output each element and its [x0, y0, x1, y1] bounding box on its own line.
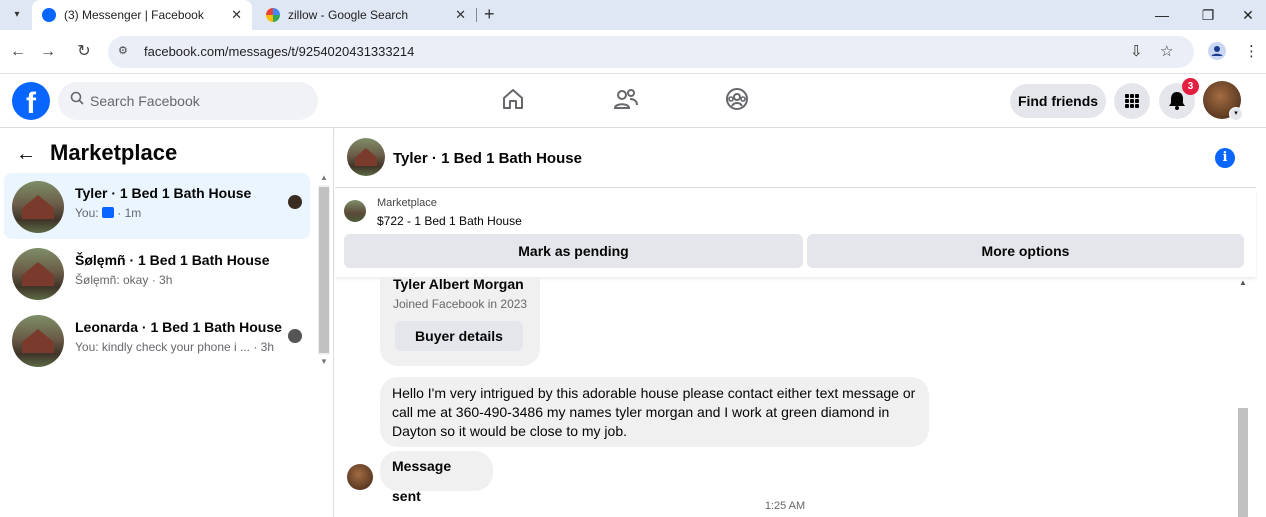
seen-avatar — [288, 329, 302, 343]
tab-title: (3) Messenger | Facebook — [64, 8, 204, 22]
close-tab-icon[interactable]: ✕ — [231, 0, 242, 30]
mark-as-pending-button[interactable]: Mark as pending — [344, 234, 803, 268]
message-thread: Tyler Albert Morgan Joined Facebook in 2… — [335, 278, 1256, 517]
message-bubble: Hello I'm very intrigued by this adorabl… — [380, 377, 929, 447]
sender-avatar[interactable] — [347, 464, 373, 490]
scroll-up-icon[interactable]: ▲ — [318, 173, 330, 182]
tab-google-search[interactable]: zillow - Google Search ✕ — [256, 0, 476, 30]
install-app-icon[interactable]: ⇩ — [1130, 42, 1143, 62]
search-input[interactable] — [90, 82, 310, 120]
buyer-joined: Joined Facebook in 2023 — [393, 297, 528, 311]
preview-prefix: You: — [75, 206, 102, 220]
listing-label: Marketplace — [377, 197, 437, 209]
reload-icon[interactable]: ↻ — [74, 42, 94, 62]
conversations-scrollbar[interactable]: ▲ ▼ — [318, 173, 330, 368]
minimize-icon[interactable]: — — [1142, 0, 1182, 30]
message-bubble: Message sent — [380, 451, 493, 504]
buyer-details-button[interactable]: Buyer details — [395, 321, 523, 351]
new-tab-button[interactable]: + — [484, 0, 495, 28]
forward-icon[interactable]: → — [38, 42, 58, 62]
chat-panel: Tyler · 1 Bed 1 Bath House i Marketplace… — [335, 128, 1266, 517]
scroll-thumb[interactable] — [319, 187, 329, 353]
google-icon — [266, 8, 280, 22]
tab-divider — [476, 8, 477, 22]
restore-window-icon[interactable]: ❐ — [1188, 0, 1228, 30]
conversation-item-leonarda[interactable]: Leonarda · 1 Bed 1 Bath House You: kindl… — [4, 307, 310, 373]
chat-avatar[interactable] — [347, 138, 385, 176]
house-thumbnail — [12, 248, 64, 300]
tab-messenger[interactable]: (3) Messenger | Facebook ✕ — [32, 0, 252, 30]
seen-avatar — [288, 195, 302, 209]
chat-scrollbar[interactable]: ▲ — [1236, 278, 1250, 517]
conversation-name: Tyler · 1 Bed 1 Bath House — [75, 185, 252, 201]
house-thumbnail — [12, 181, 64, 233]
groups-icon[interactable] — [724, 86, 754, 116]
tab-title: zillow - Google Search — [288, 8, 409, 22]
conversation-name: Leonarda · 1 Bed 1 Bath House — [75, 319, 282, 335]
scroll-down-icon[interactable]: ▼ — [318, 357, 330, 366]
chat-header: Tyler · 1 Bed 1 Bath House i — [335, 128, 1256, 188]
find-friends-button[interactable]: Find friends — [1010, 84, 1106, 118]
listing-banner: Marketplace $722 - 1 Bed 1 Bath House Ma… — [335, 189, 1256, 277]
browser-toolbar: ← → ↻ ⚙ facebook.com/messages/t/92540204… — [0, 30, 1266, 74]
conversation-item-solemn[interactable]: Šølęmñ · 1 Bed 1 Bath House Šølęmñ: okay… — [4, 240, 310, 306]
search-box[interactable] — [58, 82, 318, 120]
site-settings-icon[interactable]: ⚙ — [118, 44, 128, 57]
listing-thumbnail[interactable] — [344, 200, 366, 222]
bookmark-star-icon[interactable]: ☆ — [1160, 42, 1173, 62]
page-title: Marketplace — [50, 140, 178, 165]
scroll-thumb[interactable] — [1238, 408, 1248, 517]
facebook-header: f Find friends ▾ — [0, 74, 1266, 128]
house-thumbnail — [12, 315, 64, 367]
message-timestamp: 1:25 AM — [764, 500, 806, 512]
facebook-logo-icon[interactable]: f — [12, 82, 50, 120]
conversation-preview: You: kindly check your phone i ... · 3h — [75, 340, 275, 354]
scroll-up-icon[interactable]: ▲ — [1236, 278, 1250, 287]
conversation-item-tyler[interactable]: Tyler · 1 Bed 1 Bath House You: · 1m — [4, 173, 310, 239]
back-icon[interactable]: ← — [8, 42, 28, 62]
friends-icon[interactable] — [612, 86, 642, 116]
marketplace-conversations-panel: ← Marketplace Tyler · 1 Bed 1 Bath House… — [0, 128, 334, 517]
home-icon[interactable] — [500, 86, 530, 116]
address-bar[interactable]: ⚙ facebook.com/messages/t/92540204313332… — [108, 36, 1194, 68]
menu-grid-icon[interactable] — [1114, 83, 1150, 119]
chevron-down-icon: ▾ — [1229, 107, 1243, 121]
browser-menu-icon[interactable]: ⋮ — [1244, 42, 1259, 62]
url-text: facebook.com/messages/t/9254020431333214 — [144, 44, 415, 59]
profile-icon[interactable] — [1208, 42, 1226, 66]
preview-suffix: · 1m — [113, 206, 142, 220]
close-tab-icon[interactable]: ✕ — [455, 0, 466, 30]
conversation-preview: You: · 1m — [75, 206, 141, 220]
conversation-preview: Šølęmñ: okay · 3h — [75, 273, 173, 287]
more-options-button[interactable]: More options — [807, 234, 1244, 268]
facebook-icon — [42, 8, 56, 22]
conversation-name: Šølęmñ · 1 Bed 1 Bath House — [75, 252, 270, 268]
listing-price-title[interactable]: $722 - 1 Bed 1 Bath House — [377, 214, 522, 228]
browser-tab-strip: ▾ (3) Messenger | Facebook ✕ zillow - Go… — [0, 0, 1266, 30]
notification-badge: 3 — [1182, 78, 1199, 95]
info-icon[interactable]: i — [1215, 148, 1235, 168]
search-icon — [70, 91, 84, 108]
close-window-icon[interactable]: ✕ — [1228, 0, 1266, 30]
account-avatar[interactable]: ▾ — [1203, 81, 1243, 121]
chat-title[interactable]: Tyler · 1 Bed 1 Bath House — [393, 150, 582, 167]
thumbs-up-icon — [101, 207, 114, 218]
buyer-profile-card: Tyler Albert Morgan Joined Facebook in 2… — [380, 278, 540, 366]
tab-search-chevron-icon[interactable]: ▾ — [6, 5, 28, 25]
back-arrow-icon[interactable]: ← — [16, 144, 36, 164]
buyer-name: Tyler Albert Morgan — [393, 278, 524, 292]
